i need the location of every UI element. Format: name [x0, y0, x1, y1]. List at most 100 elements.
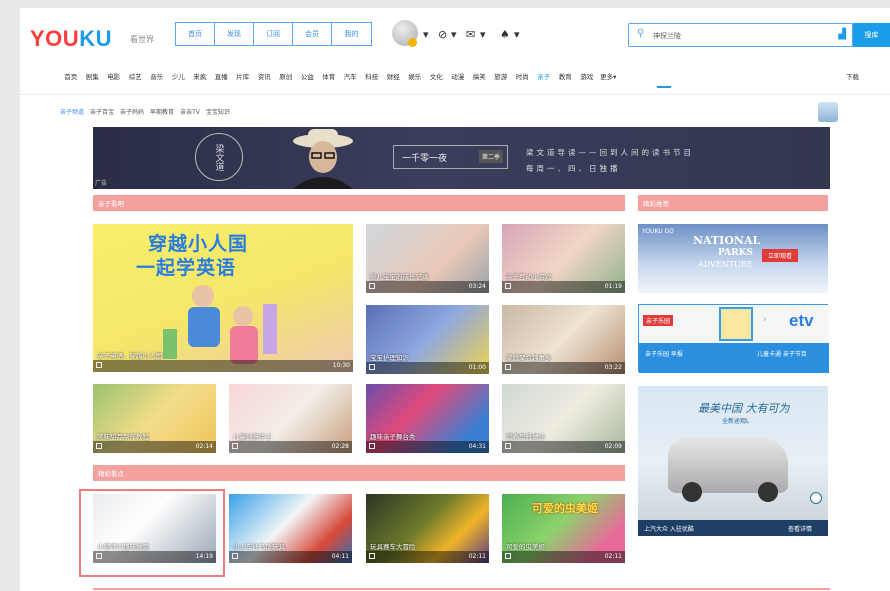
top-nav-item[interactable]: 我的 [332, 23, 371, 45]
top-nav-item[interactable]: 首页 [176, 23, 215, 45]
category-item[interactable]: 动漫 [447, 71, 469, 81]
category-item[interactable]: 资讯 [254, 71, 276, 81]
vw-logo-icon [810, 492, 822, 504]
category-item[interactable]: 搞笑 [469, 71, 491, 81]
category-item[interactable]: 娱乐 [404, 71, 426, 81]
banner-show-title: 一千零一夜 第二季 [393, 145, 508, 169]
video-duration: 01:19 [604, 283, 622, 290]
sub-nav-item[interactable]: 亲亲TV [180, 107, 200, 116]
promo-banner[interactable]: 梁文道 一千零一夜 第二季 梁文道导读——回到人间的读书节目 每周一、四、日独播… [93, 127, 830, 189]
video-card[interactable]: 家庭聚会趣事多 03:22 [502, 305, 625, 374]
category-item[interactable]: 教育 [555, 71, 577, 81]
sub-nav-item[interactable]: 亲子百宝 [90, 107, 114, 116]
category-item[interactable]: 科技 [361, 71, 383, 81]
video-card[interactable]: 儿童创意手工 02:28 [229, 384, 352, 453]
featured-video[interactable]: 穿越小人国 一起学英语 亲子英语：穿越小人国 10:30 [93, 224, 353, 372]
ad-etv[interactable]: 亲子乐园 › etv 亲子乐园 早报 儿童卡通 亲子节目 [638, 304, 829, 373]
category-item[interactable]: 首页 [60, 71, 82, 81]
video-card[interactable]: 亲子互动小游戏 01:19 [502, 224, 625, 293]
category-item[interactable]: 少儿 [168, 71, 190, 81]
category-item[interactable]: 综艺 [125, 71, 147, 81]
category-item[interactable]: 原创 [275, 71, 297, 81]
category-item[interactable]: 文化 [426, 71, 448, 81]
sub-nav-item[interactable]: 亲子妈妈 [120, 107, 144, 116]
video-caption: 宝宝护理知识 [370, 354, 409, 362]
video-footer: 02:11 [502, 551, 625, 563]
video-duration: 02:28 [331, 443, 349, 450]
video-card[interactable]: 玩具赛车大冒险 02:11 [366, 494, 489, 563]
car-wheel [758, 482, 778, 502]
hot-chart-icon[interactable]: ▟ [838, 29, 846, 40]
featured-headline: 穿越小人国 一起学英语 [136, 232, 248, 280]
download-link[interactable]: 下载 [846, 71, 859, 81]
search-box[interactable]: ⚲ 神探兰陵 ▟ [628, 23, 853, 47]
video-card[interactable]: 美味甜品制作教程 02:14 [93, 384, 216, 453]
category-item[interactable]: 体育 [318, 71, 340, 81]
ad-watch-button[interactable]: 立即观看 [762, 249, 799, 262]
video-duration: 10:30 [332, 362, 350, 369]
channel-avatar[interactable] [818, 102, 838, 122]
sub-nav-item[interactable]: 宝宝知识 [206, 107, 230, 116]
vip-badge-icon [408, 38, 417, 47]
settings-dropdown-icon[interactable]: ▾ [514, 28, 520, 41]
video-card[interactable]: 小火车托马斯玩具 04:11 [229, 494, 352, 563]
ad-title: ADVENTURE [698, 260, 753, 269]
category-item[interactable]: 汽车 [340, 71, 362, 81]
category-item[interactable]: 旅游 [490, 71, 512, 81]
video-card[interactable]: 营养早餐做法 02:09 [502, 384, 625, 453]
upload-icon[interactable]: ⊘ [438, 28, 447, 41]
play-icon [96, 362, 102, 368]
search-button[interactable]: 搜库 [853, 23, 890, 47]
play-icon [369, 364, 375, 370]
category-item[interactable]: 音乐 [146, 71, 168, 81]
category-item[interactable]: 财经 [383, 71, 405, 81]
upload-dropdown-icon[interactable]: ▾ [451, 28, 457, 41]
logo-you: YOU [30, 26, 80, 51]
video-card[interactable]: 婴儿宝宝的成长记录 03:24 [366, 224, 489, 293]
play-icon [369, 443, 375, 449]
ad-brand: YOUKU GO [642, 228, 674, 235]
message-dropdown-icon[interactable]: ▾ [480, 28, 486, 41]
ad-national-parks[interactable]: YOUKU GO NATIONAL PARKS ADVENTURE 立即观看 [638, 224, 828, 293]
category-item-active[interactable]: 亲子 [533, 71, 555, 81]
category-item[interactable]: 直播 [211, 71, 233, 81]
category-more[interactable]: 更多▾ [598, 71, 620, 81]
video-footer: 03:24 [366, 281, 489, 293]
sub-nav-item[interactable]: 亲子频道 [60, 107, 84, 116]
avatar-dropdown-icon[interactable]: ▾ [423, 28, 429, 41]
message-icon[interactable]: ✉ [466, 28, 475, 41]
sub-nav-item[interactable]: 早期教育 [150, 107, 174, 116]
video-caption: 美味甜品制作教程 [97, 433, 149, 441]
ad-etv-text: 亲子乐园 早报 [645, 351, 683, 358]
logo-ku: KU [79, 26, 112, 51]
settings-icon[interactable]: ♠ [500, 28, 510, 41]
top-nav-item[interactable]: 订阅 [254, 23, 293, 45]
ad-car-footer-text: 上汽大众 入驻优酷 [644, 526, 694, 533]
chevron-right-icon[interactable]: › [763, 315, 767, 325]
top-nav-item[interactable]: 会员 [293, 23, 332, 45]
ad-vw-car[interactable]: 最美中国 大有可为 全新途观L 上汽大众 入驻优酷 查看详情 [638, 386, 828, 536]
category-item[interactable]: 电影 [103, 71, 125, 81]
video-footer: 02:11 [366, 551, 489, 563]
banner-schedule: 每周一、四、日独播 [526, 164, 621, 173]
video-card[interactable]: 可爱的虫美姬 可爱的虫美姬 02:11 [502, 494, 625, 563]
top-nav-item[interactable]: 发现 [215, 23, 254, 45]
video-card[interactable]: 趣味亲子舞台秀 04:31 [366, 384, 489, 453]
category-item[interactable]: 剧集 [82, 71, 104, 81]
video-caption: 营养早餐做法 [506, 433, 545, 441]
category-item[interactable]: 来疯 [189, 71, 211, 81]
video-caption: 亲子英语：穿越小人国 [97, 352, 162, 360]
search-input[interactable]: 神探兰陵 [653, 31, 681, 41]
section-header-second: 精彩看点 [93, 465, 625, 481]
video-card[interactable]: 宝宝护理知识 01:00 [366, 305, 489, 374]
ad-car-details-link[interactable]: 查看详情 [788, 524, 812, 533]
category-item[interactable]: 公益 [297, 71, 319, 81]
category-item[interactable]: 片库 [232, 71, 254, 81]
featured-illustration [163, 285, 277, 364]
youku-logo[interactable]: YOUKU [30, 26, 112, 52]
video-duration: 04:11 [331, 553, 349, 560]
category-item[interactable]: 游戏 [576, 71, 598, 81]
video-footer: 04:31 [366, 441, 489, 453]
category-item[interactable]: 时尚 [512, 71, 534, 81]
video-caption: 儿童创意手工 [233, 433, 272, 441]
